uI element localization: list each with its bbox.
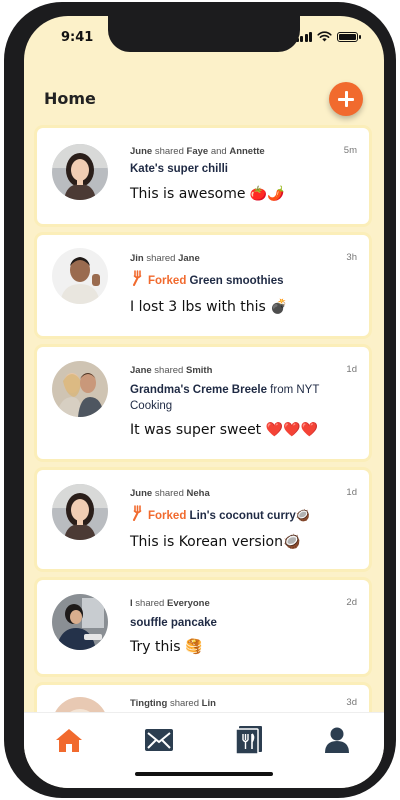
feed-list[interactable]: 5m June shared Faye and Annette Kate's s… [37,128,369,756]
tab-home[interactable] [54,725,84,755]
forked-label: Forked [148,275,187,287]
recipe-line[interactable]: Forked Green smoothies [130,270,357,289]
share-meta: I shared Everyone [130,597,357,610]
recipient-name[interactable]: Everyone [167,598,210,609]
status-icons [295,31,361,42]
envelope-icon [145,729,173,751]
share-meta: June shared Neha [130,487,357,500]
share-joiner: and [210,146,227,157]
notch [108,16,300,52]
forked-label: Forked [148,510,187,522]
sharer-name[interactable]: Tingting [130,698,167,709]
sharer-name[interactable]: Jane [130,365,152,376]
wifi-icon [317,31,332,42]
feed-card[interactable]: 5m June shared Faye and Annette Kate's s… [37,128,369,224]
card-body: I shared Everyone souffle pancake Try th… [130,597,357,657]
recipe-line[interactable]: Grandma's Creme Breele from NYT Cooking [130,382,357,414]
battery-icon [337,32,361,42]
card-body: Tingting shared Lin [130,697,357,710]
avatar[interactable] [52,594,108,650]
share-meta: Jin shared Jane [130,252,357,265]
recipe-title[interactable]: Kate's super chilli [130,161,357,177]
mute-switch [4,110,10,138]
person-icon [325,727,349,753]
status-time: 9:41 [61,30,94,45]
tab-bar [24,712,384,788]
recipient-name[interactable]: Neha [187,488,210,499]
comment-text: This is Korean version🥥 [130,534,301,550]
recipient-name[interactable]: Faye [187,146,209,157]
recipient-name[interactable]: Annette [229,146,264,157]
share-verb: shared [135,598,165,609]
recipe-line[interactable]: Forked Lin's coconut curry🥥 [130,505,357,524]
recipient-name[interactable]: Smith [186,365,212,376]
plus-icon [338,91,354,107]
comment-text: I lost 3 lbs with this 💣 [130,299,288,315]
sharer-name[interactable]: June [130,146,152,157]
fork-icon [133,270,142,286]
home-indicator[interactable] [135,772,273,776]
share-verb: shared [146,253,176,264]
card-body: June shared Faye and Annette Kate's supe… [130,145,357,204]
card-body: June shared Neha Forked Lin's coconut cu… [130,487,357,552]
sharer-name[interactable]: Jin [130,253,144,264]
feed-card[interactable]: 1d June shared Neha Forked Lin's coconut… [37,470,369,569]
sharer-name[interactable]: I [130,598,133,609]
power-button [390,188,396,270]
sharer-name[interactable]: June [130,488,152,499]
share-meta: Jane shared Smith [130,364,357,377]
phone-frame: 9:41 Home 5m June shared Faye and Annett… [4,2,396,798]
avatar[interactable] [52,361,108,417]
recipe-title[interactable]: Lin's coconut curry🥥 [190,510,311,522]
feed-card[interactable]: 1d Jane shared Smith Grandma's Creme Bre… [37,347,369,459]
tab-profile[interactable] [322,725,352,755]
recipe-title[interactable]: souffle pancake [130,615,357,631]
tab-messages[interactable] [144,725,174,755]
fork-icon [133,505,142,521]
share-verb: shared [154,488,184,499]
app-screen: 9:41 Home 5m June shared Faye and Annett… [24,16,384,788]
share-verb: shared [169,698,199,709]
share-meta: Tingting shared Lin [130,697,357,710]
avatar[interactable] [52,144,108,200]
share-meta: June shared Faye and Annette [130,145,357,158]
avatar[interactable] [52,248,108,304]
share-verb: shared [154,365,184,376]
volume-down-button [4,224,10,276]
share-verb: shared [154,146,184,157]
volume-up-button [4,162,10,214]
recipe-title[interactable]: Grandma's Creme Breele [130,384,267,396]
comment-text: Try this 🥞 [130,639,203,655]
recipient-name[interactable]: Lin [202,698,216,709]
feed-card[interactable]: 3h Jin shared Jane Forked Green smoothie… [37,235,369,336]
card-body: Jin shared Jane Forked Green smoothies I… [130,252,357,317]
page-title: Home [44,89,96,108]
recipient-name[interactable]: Jane [178,253,200,264]
home-icon [56,729,82,752]
feed-card[interactable]: 2d I shared Everyone souffle pancake Try… [37,580,369,674]
recipe-book-icon [236,726,262,754]
avatar[interactable] [52,484,108,540]
tab-recipes[interactable] [234,725,264,755]
card-body: Jane shared Smith Grandma's Creme Breele… [130,364,357,440]
comment-text: This is awesome 🍅🌶️ [130,186,285,202]
add-post-button[interactable] [329,82,363,116]
comment-text: It was super sweet ❤️❤️❤️ [130,422,318,438]
recipe-title[interactable]: Green smoothies [190,275,284,287]
